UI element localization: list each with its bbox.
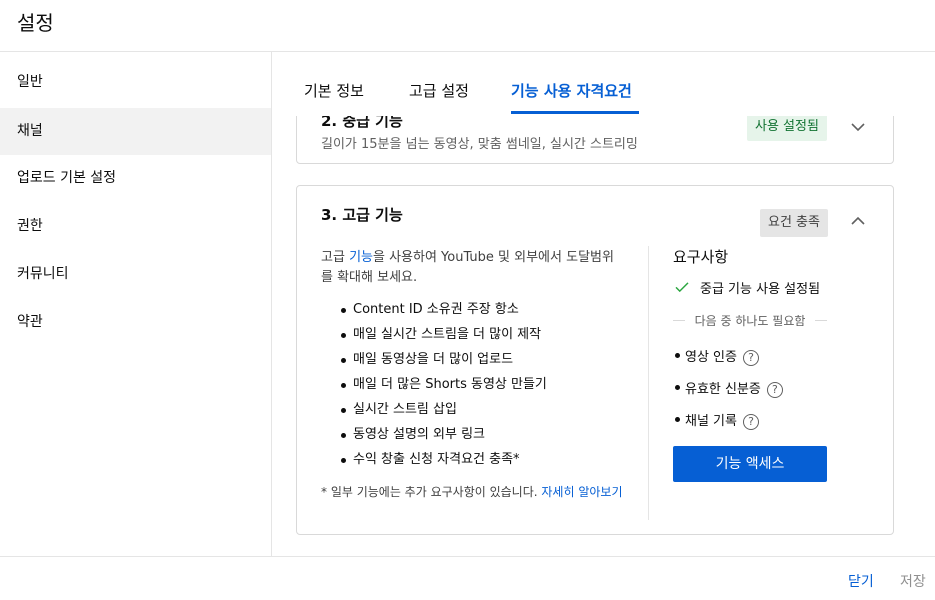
help-icon[interactable]: ? xyxy=(742,413,759,430)
check-icon xyxy=(675,282,689,293)
sidebar-item-upload-defaults[interactable]: 업로드 기본 설정 xyxy=(0,155,271,202)
sidebar-item-channel[interactable]: 채널 xyxy=(0,108,271,155)
list-item: 매일 더 많은 Shorts 동영상 만들기 xyxy=(341,375,631,400)
status-badge-enabled: 사용 설정됨 xyxy=(747,116,827,141)
card-subtitle: 길이가 15분을 넘는 동영상, 맞춤 썸네일, 실시간 스트리밍 xyxy=(321,137,638,152)
advanced-features-description: 고급 기능을 사용하여 YouTube 및 외부에서 도달범위를 확대해 보세요… xyxy=(321,250,614,285)
requirement-option: 영상 인증? xyxy=(675,346,759,366)
status-badge-eligible: 요건 충족 xyxy=(760,209,828,237)
chevron-down-icon[interactable] xyxy=(846,116,870,139)
save-button[interactable]: 저장 xyxy=(900,571,926,591)
settings-sidebar: 일반 채널 업로드 기본 설정 권한 커뮤니티 약관 xyxy=(0,52,272,556)
list-item: 동영상 설명의 외부 링크 xyxy=(341,425,631,450)
chevron-up-icon[interactable] xyxy=(846,209,870,233)
dialog-footer: 닫기 저장 xyxy=(0,556,935,600)
list-item: 매일 동영상을 더 많이 업로드 xyxy=(341,350,631,375)
list-item: 매일 실시간 스트림을 더 많이 제작 xyxy=(341,325,631,350)
access-features-button[interactable]: 기능 액세스 xyxy=(673,446,827,482)
tab-content-scroll[interactable]: 2. 중급 기능 길이가 15분을 넘는 동영상, 맞춤 썸네일, 실시간 스트… xyxy=(272,116,935,556)
requirement-option: 채널 기록? xyxy=(675,410,759,430)
intermediate-features-card[interactable]: 2. 중급 기능 길이가 15분을 넘는 동영상, 맞춤 썸네일, 실시간 스트… xyxy=(296,116,894,164)
dialog-title: 설정 xyxy=(17,11,54,35)
need-one-separator: 다음 중 하나도 필요함 xyxy=(673,312,827,329)
features-link[interactable]: 기능 xyxy=(349,250,373,265)
sidebar-item-general[interactable]: 일반 xyxy=(0,59,271,106)
list-item: 실시간 스트림 삽입 xyxy=(341,400,631,425)
sidebar-item-agreements[interactable]: 약관 xyxy=(0,299,271,346)
dialog-header: 설정 xyxy=(0,0,935,52)
list-item: Content ID 소유권 주장 항소 xyxy=(341,300,631,325)
help-icon[interactable]: ? xyxy=(742,349,759,366)
requirements-title: 요구사항 xyxy=(673,248,729,266)
requirement-option: 유효한 신분증? xyxy=(675,378,783,398)
tab-basic-info[interactable]: 기본 정보 xyxy=(304,80,364,101)
card-title: 2. 중급 기능 xyxy=(321,116,403,130)
learn-more-link[interactable]: 자세히 알아보기 xyxy=(541,485,622,499)
settings-tabs: 기본 정보 고급 설정 기능 사용 자격요건 xyxy=(272,52,935,116)
active-tab-indicator xyxy=(511,111,639,114)
card-title: 3. 고급 기능 xyxy=(321,206,403,224)
feature-list: Content ID 소유권 주장 항소 매일 실시간 스트림을 더 많이 제작… xyxy=(341,300,631,475)
divider xyxy=(648,246,649,520)
tab-feature-eligibility[interactable]: 기능 사용 자격요건 xyxy=(511,80,632,101)
tab-advanced-settings[interactable]: 고급 설정 xyxy=(409,80,469,101)
help-icon[interactable]: ? xyxy=(766,381,783,398)
close-button[interactable]: 닫기 xyxy=(848,571,874,591)
sidebar-item-permissions[interactable]: 권한 xyxy=(0,203,271,250)
advanced-features-card: 3. 고급 기능 요건 충족 고급 기능을 사용하여 YouTube 및 외부에… xyxy=(296,185,894,535)
footnote: * 일부 기능에는 추가 요구사항이 있습니다. 자세히 알아보기 xyxy=(321,485,623,499)
list-item: 수익 창출 신청 자격요건 충족* xyxy=(341,450,631,475)
sidebar-item-community[interactable]: 커뮤니티 xyxy=(0,251,271,298)
